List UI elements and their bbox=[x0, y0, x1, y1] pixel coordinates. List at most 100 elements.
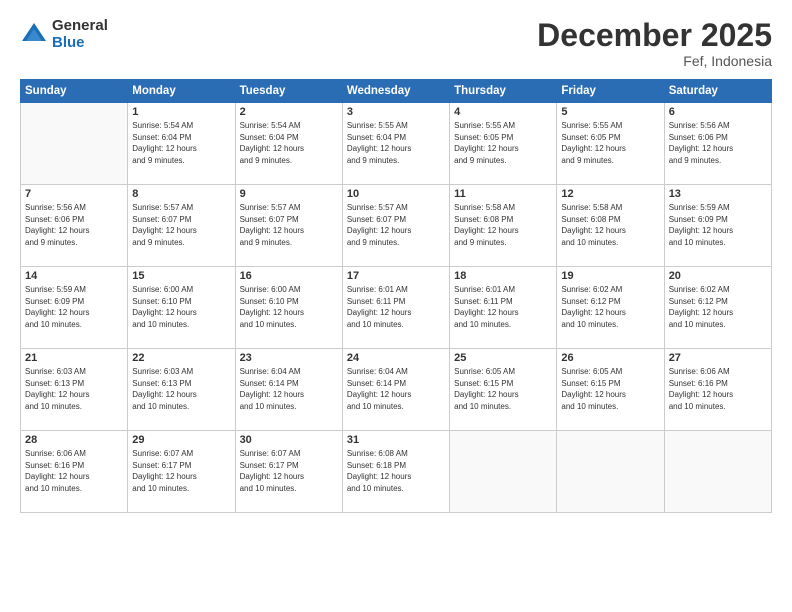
day-number: 6 bbox=[669, 106, 767, 118]
day-number: 27 bbox=[669, 352, 767, 364]
day-number: 7 bbox=[25, 188, 123, 200]
header-row: Sunday Monday Tuesday Wednesday Thursday… bbox=[21, 80, 772, 103]
calendar-cell: 8 Sunrise: 5:57 AM Sunset: 6:07 PM Daylig… bbox=[128, 185, 235, 267]
calendar-cell: 18 Sunrise: 6:01 AM Sunset: 6:11 PM Dayli… bbox=[450, 267, 557, 349]
header-sunday: Sunday bbox=[21, 80, 128, 103]
calendar-body: 1 Sunrise: 5:54 AM Sunset: 6:04 PM Daylig… bbox=[21, 103, 772, 513]
day-number: 8 bbox=[132, 188, 230, 200]
day-info: Sunrise: 5:59 AM Sunset: 6:09 PM Dayligh… bbox=[25, 284, 123, 330]
day-info: Sunrise: 6:00 AM Sunset: 6:10 PM Dayligh… bbox=[240, 284, 338, 330]
calendar-cell: 28 Sunrise: 6:06 AM Sunset: 6:16 PM Dayli… bbox=[21, 431, 128, 513]
day-number: 9 bbox=[240, 188, 338, 200]
day-info: Sunrise: 6:04 AM Sunset: 6:14 PM Dayligh… bbox=[240, 366, 338, 412]
day-info: Sunrise: 6:00 AM Sunset: 6:10 PM Dayligh… bbox=[132, 284, 230, 330]
header-monday: Monday bbox=[128, 80, 235, 103]
calendar-cell: 1 Sunrise: 5:54 AM Sunset: 6:04 PM Daylig… bbox=[128, 103, 235, 185]
day-number: 10 bbox=[347, 188, 445, 200]
day-info: Sunrise: 5:54 AM Sunset: 6:04 PM Dayligh… bbox=[132, 120, 230, 166]
calendar-cell: 11 Sunrise: 5:58 AM Sunset: 6:08 PM Dayli… bbox=[450, 185, 557, 267]
day-number: 15 bbox=[132, 270, 230, 282]
calendar-cell: 13 Sunrise: 5:59 AM Sunset: 6:09 PM Dayli… bbox=[664, 185, 771, 267]
calendar-week-4: 21Sunrise: 6:03 AM Sunset: 6:13 PM Dayli… bbox=[21, 349, 772, 431]
day-number: 29 bbox=[132, 434, 230, 446]
calendar-cell: 14 Sunrise: 5:59 AM Sunset: 6:09 PM Dayli… bbox=[21, 267, 128, 349]
day-info: Sunrise: 6:01 AM Sunset: 6:11 PM Dayligh… bbox=[454, 284, 552, 330]
day-info: Sunrise: 5:55 AM Sunset: 6:04 PM Dayligh… bbox=[347, 120, 445, 166]
calendar-cell: 29 Sunrise: 6:07 AM Sunset: 6:17 PM Dayli… bbox=[128, 431, 235, 513]
day-number: 22 bbox=[132, 352, 230, 364]
calendar-cell: 15 Sunrise: 6:00 AM Sunset: 6:10 PM Dayli… bbox=[128, 267, 235, 349]
header-friday: Friday bbox=[557, 80, 664, 103]
calendar-week-2: 7 Sunrise: 5:56 AM Sunset: 6:06 PM Daylig… bbox=[21, 185, 772, 267]
calendar-cell: 7 Sunrise: 5:56 AM Sunset: 6:06 PM Daylig… bbox=[21, 185, 128, 267]
day-info: Sunrise: 5:56 AM Sunset: 6:06 PM Dayligh… bbox=[25, 202, 123, 248]
day-number: 1 bbox=[132, 106, 230, 118]
day-number: 3 bbox=[347, 106, 445, 118]
day-info: Sunrise: 5:58 AM Sunset: 6:08 PM Dayligh… bbox=[561, 202, 659, 248]
day-info: Sunrise: 6:03 AM Sunset: 6:13 PM Dayligh… bbox=[25, 366, 123, 412]
calendar-cell: 17Sunrise: 6:01 AM Sunset: 6:11 PM Dayli… bbox=[342, 267, 449, 349]
logo-general: General bbox=[52, 18, 108, 35]
day-info: Sunrise: 6:07 AM Sunset: 6:17 PM Dayligh… bbox=[132, 448, 230, 494]
day-info: Sunrise: 6:05 AM Sunset: 6:15 PM Dayligh… bbox=[454, 366, 552, 412]
day-info: Sunrise: 6:03 AM Sunset: 6:13 PM Dayligh… bbox=[132, 366, 230, 412]
day-number: 12 bbox=[561, 188, 659, 200]
calendar-cell: 20Sunrise: 6:02 AM Sunset: 6:12 PM Dayli… bbox=[664, 267, 771, 349]
calendar-cell: 24 Sunrise: 6:04 AM Sunset: 6:14 PM Dayli… bbox=[342, 349, 449, 431]
day-number: 30 bbox=[240, 434, 338, 446]
calendar-cell: 25 Sunrise: 6:05 AM Sunset: 6:15 PM Dayli… bbox=[450, 349, 557, 431]
day-number: 23 bbox=[240, 352, 338, 364]
day-number: 4 bbox=[454, 106, 552, 118]
calendar-week-1: 1 Sunrise: 5:54 AM Sunset: 6:04 PM Daylig… bbox=[21, 103, 772, 185]
calendar-cell: 22 Sunrise: 6:03 AM Sunset: 6:13 PM Dayli… bbox=[128, 349, 235, 431]
day-number: 24 bbox=[347, 352, 445, 364]
day-info: Sunrise: 5:56 AM Sunset: 6:06 PM Dayligh… bbox=[669, 120, 767, 166]
day-number: 18 bbox=[454, 270, 552, 282]
day-info: Sunrise: 5:59 AM Sunset: 6:09 PM Dayligh… bbox=[669, 202, 767, 248]
day-number: 14 bbox=[25, 270, 123, 282]
day-number: 28 bbox=[25, 434, 123, 446]
day-number: 5 bbox=[561, 106, 659, 118]
calendar-cell bbox=[21, 103, 128, 185]
calendar-week-5: 28 Sunrise: 6:06 AM Sunset: 6:16 PM Dayli… bbox=[21, 431, 772, 513]
day-info: Sunrise: 5:58 AM Sunset: 6:08 PM Dayligh… bbox=[454, 202, 552, 248]
day-info: Sunrise: 6:07 AM Sunset: 6:17 PM Dayligh… bbox=[240, 448, 338, 494]
calendar-title: December 2025 bbox=[537, 18, 772, 53]
calendar-cell: 9Sunrise: 5:57 AM Sunset: 6:07 PM Daylig… bbox=[235, 185, 342, 267]
calendar-cell: 26Sunrise: 6:05 AM Sunset: 6:15 PM Dayli… bbox=[557, 349, 664, 431]
calendar-table: Sunday Monday Tuesday Wednesday Thursday… bbox=[20, 79, 772, 513]
calendar-cell bbox=[450, 431, 557, 513]
day-number: 16 bbox=[240, 270, 338, 282]
day-number: 13 bbox=[669, 188, 767, 200]
header-thursday: Thursday bbox=[450, 80, 557, 103]
day-info: Sunrise: 6:02 AM Sunset: 6:12 PM Dayligh… bbox=[669, 284, 767, 330]
header-saturday: Saturday bbox=[664, 80, 771, 103]
day-info: Sunrise: 6:06 AM Sunset: 6:16 PM Dayligh… bbox=[669, 366, 767, 412]
day-info: Sunrise: 6:01 AM Sunset: 6:11 PM Dayligh… bbox=[347, 284, 445, 330]
header-tuesday: Tuesday bbox=[235, 80, 342, 103]
calendar-cell: 19 Sunrise: 6:02 AM Sunset: 6:12 PM Dayli… bbox=[557, 267, 664, 349]
calendar-cell bbox=[664, 431, 771, 513]
calendar-cell: 16 Sunrise: 6:00 AM Sunset: 6:10 PM Dayli… bbox=[235, 267, 342, 349]
day-number: 19 bbox=[561, 270, 659, 282]
day-number: 26 bbox=[561, 352, 659, 364]
calendar-header: Sunday Monday Tuesday Wednesday Thursday… bbox=[21, 80, 772, 103]
day-number: 11 bbox=[454, 188, 552, 200]
calendar-cell: 27 Sunrise: 6:06 AM Sunset: 6:16 PM Dayli… bbox=[664, 349, 771, 431]
calendar-cell bbox=[557, 431, 664, 513]
calendar-cell: 31Sunrise: 6:08 AM Sunset: 6:18 PM Dayli… bbox=[342, 431, 449, 513]
day-info: Sunrise: 5:57 AM Sunset: 6:07 PM Dayligh… bbox=[347, 202, 445, 248]
day-info: Sunrise: 6:06 AM Sunset: 6:16 PM Dayligh… bbox=[25, 448, 123, 494]
calendar-cell: 6 Sunrise: 5:56 AM Sunset: 6:06 PM Daylig… bbox=[664, 103, 771, 185]
header-wednesday: Wednesday bbox=[342, 80, 449, 103]
logo: General Blue bbox=[20, 18, 108, 51]
title-block: December 2025 Fef, Indonesia bbox=[537, 18, 772, 69]
day-info: Sunrise: 6:02 AM Sunset: 6:12 PM Dayligh… bbox=[561, 284, 659, 330]
logo-text: General Blue bbox=[52, 18, 108, 51]
day-info: Sunrise: 5:57 AM Sunset: 6:07 PM Dayligh… bbox=[132, 202, 230, 248]
day-info: Sunrise: 6:04 AM Sunset: 6:14 PM Dayligh… bbox=[347, 366, 445, 412]
day-number: 25 bbox=[454, 352, 552, 364]
calendar-cell: 4Sunrise: 5:55 AM Sunset: 6:05 PM Daylig… bbox=[450, 103, 557, 185]
calendar-cell: 23 Sunrise: 6:04 AM Sunset: 6:14 PM Dayli… bbox=[235, 349, 342, 431]
calendar-cell: 12 Sunrise: 5:58 AM Sunset: 6:08 PM Dayli… bbox=[557, 185, 664, 267]
